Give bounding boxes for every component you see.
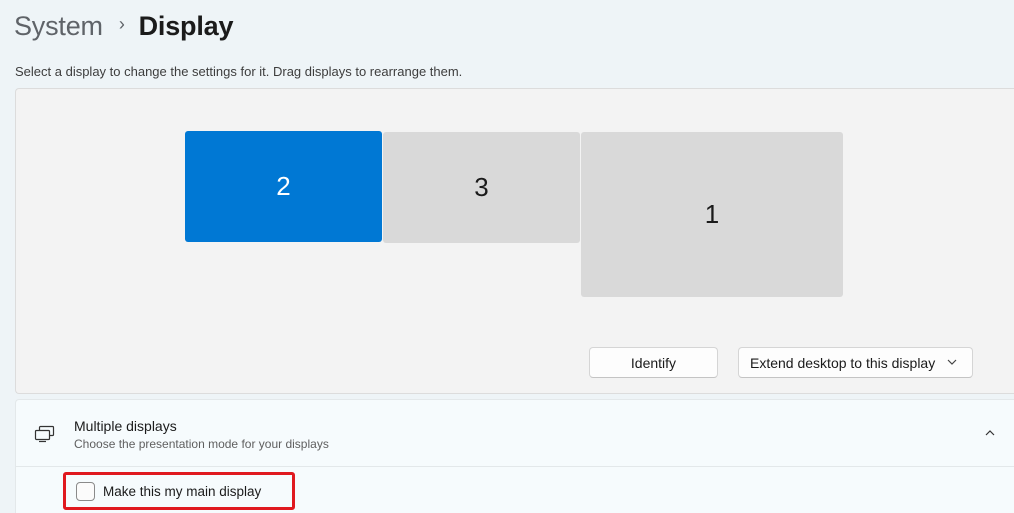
display-monitor-3[interactable]: 3 xyxy=(383,132,580,243)
main-display-label[interactable]: Make this my main display xyxy=(103,484,261,499)
breadcrumb: System › Display xyxy=(14,6,233,46)
display-monitor-1[interactable]: 1 xyxy=(581,132,843,297)
display-number-label: 3 xyxy=(474,172,489,202)
multiple-displays-title: Multiple displays xyxy=(74,418,177,434)
chevron-up-icon[interactable] xyxy=(983,427,997,439)
display-monitor-2[interactable]: 2 xyxy=(185,131,382,242)
chevron-down-icon xyxy=(947,359,957,365)
identify-button[interactable]: Identify xyxy=(589,347,718,378)
display-mode-value: Extend desktop to this display xyxy=(750,354,936,371)
multiple-monitors-icon xyxy=(34,425,55,443)
main-display-checkbox[interactable] xyxy=(76,482,95,501)
breadcrumb-system[interactable]: System xyxy=(14,11,103,42)
main-display-option-highlight: Make this my main display xyxy=(63,472,295,510)
display-arrangement-panel: 2 3 1 Identify Extend desktop to this di… xyxy=(15,88,1014,394)
multiple-displays-header[interactable]: Multiple displays Choose the presentatio… xyxy=(16,400,1014,467)
display-mode-dropdown[interactable]: Extend desktop to this display xyxy=(738,347,973,378)
multiple-displays-subtitle: Choose the presentation mode for your di… xyxy=(74,437,329,451)
display-number-label: 1 xyxy=(704,199,720,229)
arrange-instructions: Select a display to change the settings … xyxy=(15,64,463,79)
display-number-label: 2 xyxy=(276,171,291,201)
multiple-displays-section: Multiple displays Choose the presentatio… xyxy=(15,399,1014,513)
page-title: Display xyxy=(138,10,234,41)
breadcrumb-chevron-icon: › xyxy=(118,13,125,34)
